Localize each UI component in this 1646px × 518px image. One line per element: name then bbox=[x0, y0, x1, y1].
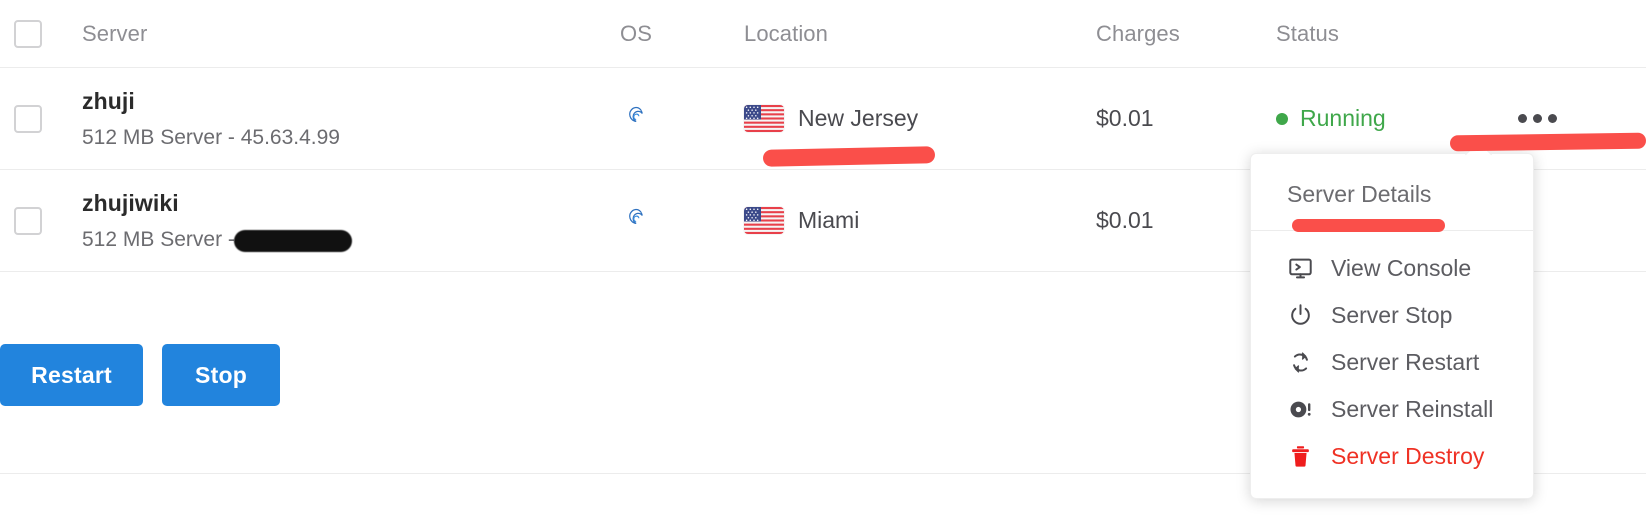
header-checkbox-cell bbox=[0, 19, 80, 48]
status-cell: Running bbox=[1276, 105, 1506, 132]
server-name[interactable]: zhuji bbox=[82, 87, 620, 116]
menu-item-server-stop[interactable]: Server Stop bbox=[1251, 292, 1533, 339]
menu-item-label: Server Destroy bbox=[1331, 443, 1485, 469]
location-name: Miami bbox=[798, 207, 860, 233]
status-dot-icon bbox=[1276, 112, 1288, 125]
menu-item-server-destroy[interactable]: Server Destroy bbox=[1251, 433, 1533, 480]
server-name[interactable]: zhujiwiki bbox=[82, 189, 620, 218]
monitor-console-icon bbox=[1287, 256, 1313, 282]
column-header-status: Status bbox=[1276, 20, 1339, 46]
column-header-os: OS bbox=[620, 20, 652, 46]
kebab-dot-icon bbox=[1548, 114, 1557, 123]
stop-button[interactable]: Stop bbox=[162, 344, 280, 406]
restart-button[interactable]: Restart bbox=[0, 344, 143, 406]
dropdown-menu-list: View Console Server Stop Server Restart … bbox=[1251, 231, 1533, 498]
charges-cell: $0.01 bbox=[1096, 105, 1276, 132]
server-meta: 512 MB Server - 45 bbox=[82, 227, 352, 252]
menu-item-view-console[interactable]: View Console bbox=[1251, 245, 1533, 292]
location-cell: New Jersey bbox=[744, 105, 1096, 132]
status-badge: Running bbox=[1300, 105, 1386, 131]
select-all-checkbox[interactable] bbox=[14, 19, 42, 48]
location-name: New Jersey bbox=[798, 105, 919, 131]
os-cell bbox=[620, 101, 744, 137]
column-header-location: Location bbox=[744, 20, 828, 46]
column-header-charges: Charges bbox=[1096, 20, 1180, 46]
disc-alert-icon bbox=[1287, 397, 1313, 423]
power-icon bbox=[1287, 303, 1313, 329]
server-cell: zhuji 512 MB Server - 45.63.4.99 bbox=[80, 87, 620, 150]
location-cell: Miami bbox=[744, 207, 1096, 234]
row-checkbox-cell bbox=[0, 206, 80, 235]
server-meta: 512 MB Server - 45.63.4.99 bbox=[82, 125, 340, 149]
menu-item-label: View Console bbox=[1331, 255, 1472, 281]
column-header-server: Server bbox=[82, 20, 148, 46]
row-select-checkbox[interactable] bbox=[14, 104, 42, 133]
charges-value: $0.01 bbox=[1096, 207, 1154, 233]
ip-redaction-overlay bbox=[234, 229, 352, 252]
us-flag-icon bbox=[744, 207, 784, 234]
menu-item-server-restart[interactable]: Server Restart bbox=[1251, 339, 1533, 386]
menu-item-label: Server Reinstall bbox=[1331, 396, 1494, 422]
bulk-action-bar: Restart Stop bbox=[0, 344, 280, 406]
row-checkbox-cell bbox=[0, 104, 80, 133]
server-actions-dropdown: Server Details View Console Server Stop bbox=[1250, 141, 1534, 499]
row-actions-cell bbox=[1506, 114, 1646, 123]
server-cell: zhujiwiki 512 MB Server - 45 bbox=[80, 189, 620, 252]
kebab-dot-icon bbox=[1533, 114, 1542, 123]
us-flag-icon bbox=[744, 105, 784, 132]
kebab-dot-icon bbox=[1518, 114, 1527, 123]
debian-icon bbox=[620, 101, 744, 137]
menu-item-label: Server Stop bbox=[1331, 302, 1453, 328]
row-select-checkbox[interactable] bbox=[14, 206, 42, 235]
os-cell bbox=[620, 203, 744, 239]
trash-icon bbox=[1287, 444, 1313, 470]
row-actions-menu-button[interactable] bbox=[1518, 114, 1558, 123]
debian-icon bbox=[620, 203, 744, 239]
dropdown-header: Server Details bbox=[1287, 181, 1432, 207]
refresh-icon bbox=[1287, 350, 1313, 376]
charges-value: $0.01 bbox=[1096, 105, 1154, 131]
table-header-row: Server OS Location Charges Status bbox=[0, 0, 1646, 68]
menu-item-server-reinstall[interactable]: Server Reinstall bbox=[1251, 386, 1533, 433]
menu-item-label: Server Restart bbox=[1331, 349, 1480, 375]
charges-cell: $0.01 bbox=[1096, 207, 1276, 234]
